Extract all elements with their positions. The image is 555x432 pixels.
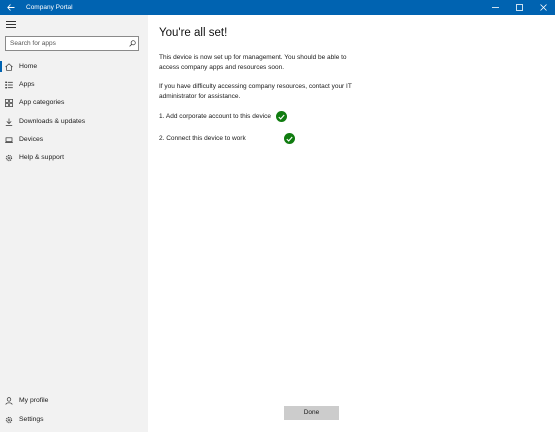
gear-icon [5, 154, 13, 162]
hamburger-menu-icon[interactable] [6, 21, 16, 30]
sidebar-item-settings[interactable]: Settings [0, 411, 148, 428]
search-icon [128, 40, 136, 47]
sidebar-item-label: Settings [19, 416, 44, 423]
sidebar-item-help-support[interactable]: Help & support [0, 149, 148, 166]
close-icon [539, 4, 547, 11]
close-button[interactable] [531, 0, 555, 15]
home-icon [5, 62, 13, 71]
help-message: If you have difficulty accessing company… [159, 83, 352, 100]
search-input[interactable] [6, 40, 126, 47]
person-icon [5, 396, 13, 405]
main-content: You're all set! This device is now set u… [148, 15, 555, 432]
maximize-button[interactable] [507, 0, 531, 15]
sidebar-item-label: My profile [19, 397, 49, 404]
sidebar-item-label: App categories [19, 99, 65, 106]
minimize-icon [491, 7, 499, 8]
laptop-icon [5, 136, 13, 144]
sidebar-item-label: Home [19, 63, 38, 70]
sidebar-item-home[interactable]: Home [0, 58, 148, 75]
sidebar-item-label: Help & support [19, 154, 64, 161]
apps-list-icon [5, 81, 13, 89]
done-button[interactable]: Done [284, 406, 339, 420]
sidebar-item-my-profile[interactable]: My profile [0, 392, 148, 409]
check-icon [283, 133, 295, 144]
step-item-connect-device: 2. Connect this device to work [159, 133, 295, 144]
window-title: Company Portal [26, 4, 73, 11]
sidebar-item-apps[interactable]: Apps [0, 76, 148, 93]
setup-message: This device is now set up for management… [159, 54, 347, 71]
check-icon [276, 111, 288, 122]
step-item-add-account: 1. Add corporate account to this device [159, 111, 288, 122]
step-label: 2. Connect this device to work [159, 135, 246, 142]
back-arrow-icon [7, 4, 15, 11]
title-bar: Company Portal [0, 0, 555, 15]
back-button[interactable] [0, 0, 22, 15]
download-icon [5, 118, 13, 126]
search-button[interactable] [126, 37, 138, 50]
sidebar-item-label: Apps [19, 81, 35, 88]
gear-icon [5, 416, 13, 424]
sidebar-item-label: Downloads & updates [19, 118, 86, 125]
sidebar-item-app-categories[interactable]: App categories [0, 94, 148, 111]
sidebar-item-label: Devices [19, 136, 44, 143]
search-box [5, 36, 139, 51]
sidebar: Home Apps App categories Downloads & up [0, 15, 148, 432]
categories-icon [5, 98, 13, 107]
step-label: 1. Add corporate account to this device [159, 113, 272, 120]
sidebar-item-devices[interactable]: Devices [0, 131, 148, 148]
page-title: You're all set! [159, 27, 228, 39]
maximize-icon [515, 4, 523, 11]
minimize-button[interactable] [483, 0, 507, 15]
sidebar-item-downloads-updates[interactable]: Downloads & updates [0, 113, 148, 130]
